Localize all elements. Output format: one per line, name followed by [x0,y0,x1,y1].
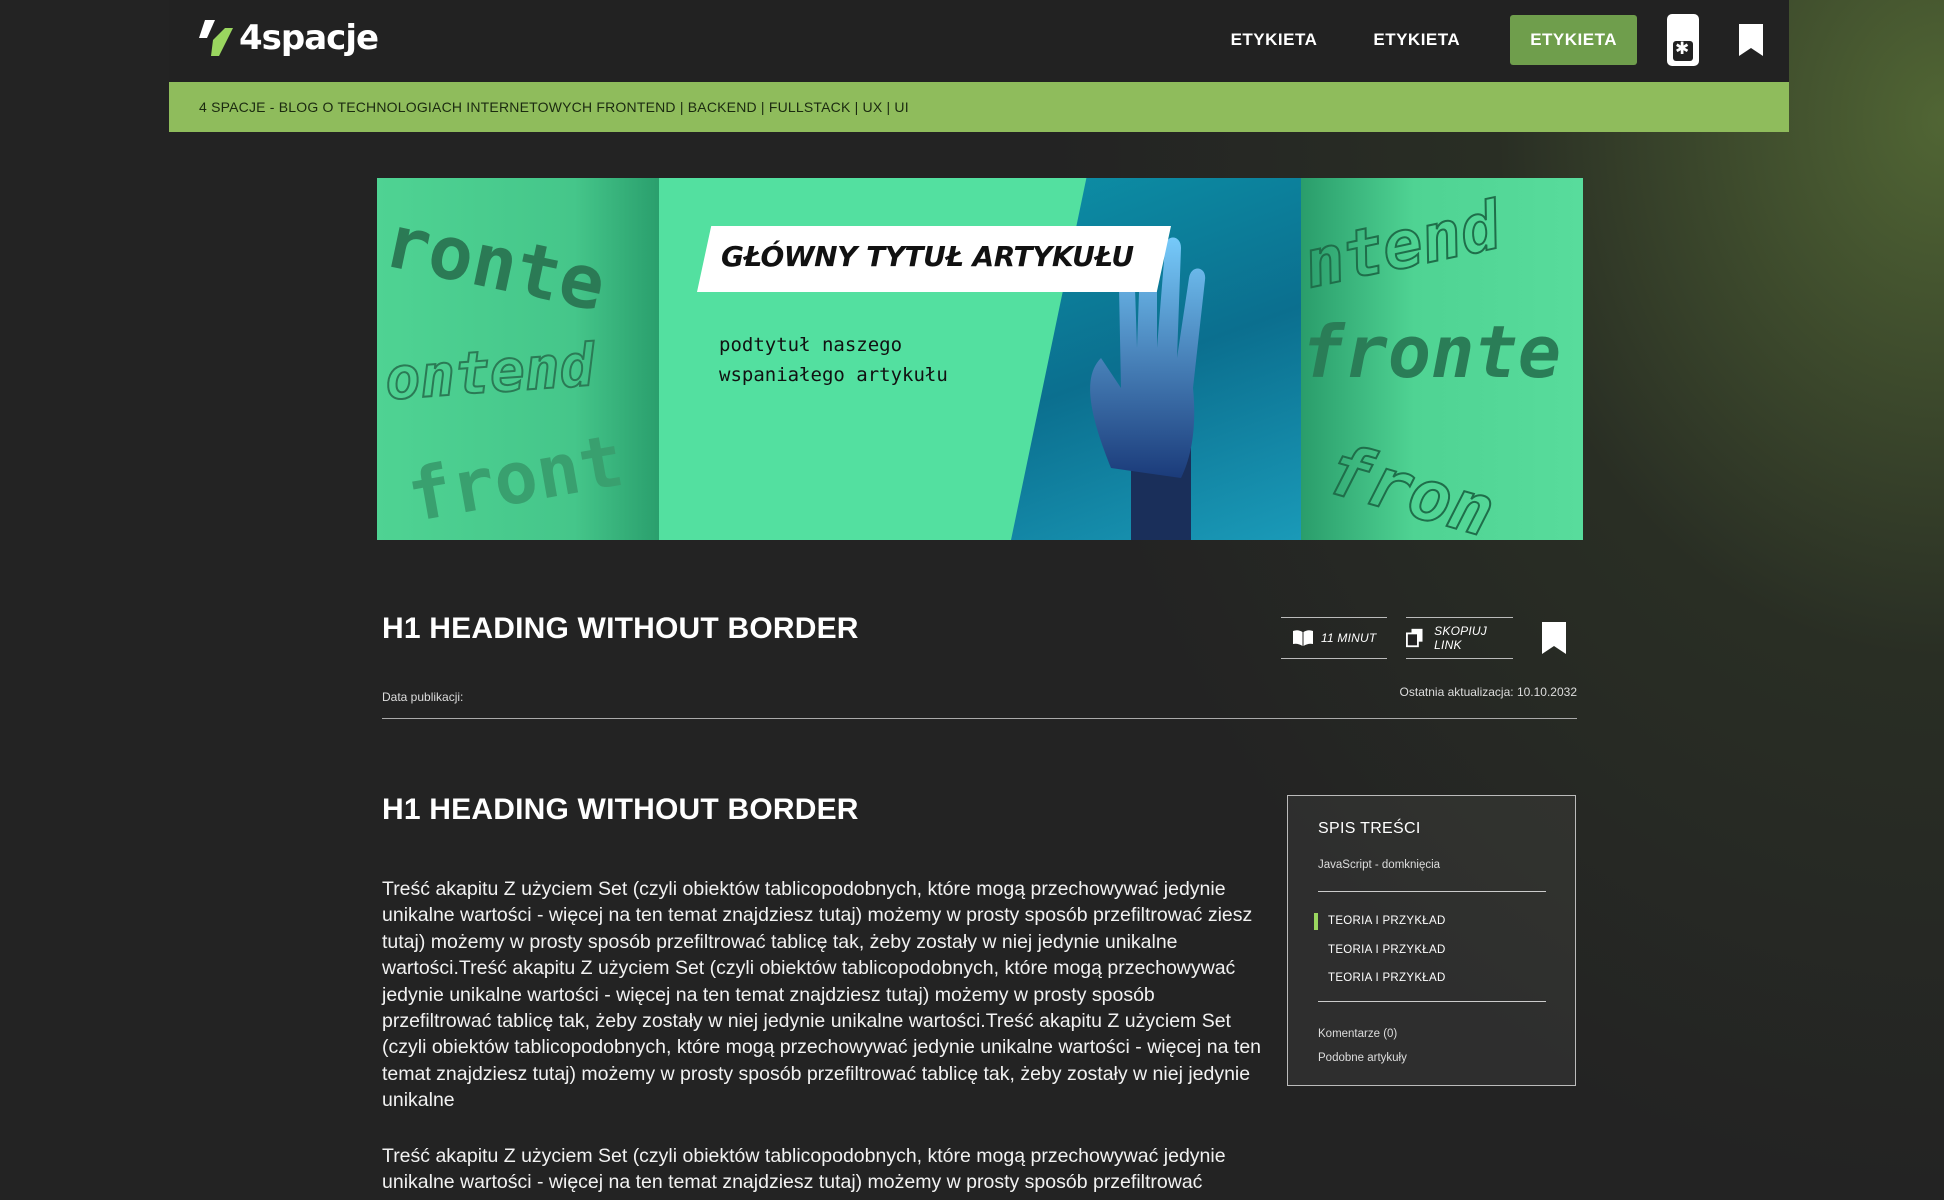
logo[interactable]: 4spacje [197,18,379,58]
copy-link-label: SKOPIUJ LINK [1434,624,1487,652]
banner-right-panel: ntend fronte fron [1301,178,1583,540]
banner-title: GŁÓWNY TYTUŁ ARTYKUŁU [721,240,1134,273]
nav-link-1[interactable]: ETYKIETA [1203,15,1346,65]
article-title: H1 HEADING WITHOUT BORDER [382,612,859,645]
section-heading: H1 HEADING WITHOUT BORDER [382,793,859,826]
article-paragraph: Treść akapitu Z użyciem Set (czyli obiek… [382,1145,1226,1194]
toc-divider [1318,1001,1546,1002]
main-nav: ETYKIETA ETYKIETA ETYKIETA [1203,14,1789,66]
banner-center: GŁÓWNY TYTUŁ ARTYKUŁU podtytuł naszego w… [659,178,1301,540]
table-of-contents: SPIS TREŚCI JavaScript - domknięcia TEOR… [1287,795,1576,1086]
toc-similar-link[interactable]: Podobne artykuły [1318,1052,1407,1064]
book-icon [1293,630,1313,646]
banner-bg-word: fron [1317,427,1504,540]
banner-bg-word: ronte [377,198,613,329]
copy-icon [1406,628,1423,648]
publication-date: Data publikacji: [382,690,464,704]
theme-toggle-icon[interactable] [1667,14,1699,66]
toc-subtitle[interactable]: JavaScript - domknięcia [1318,859,1440,871]
banner-bg-word: fronte [1301,310,1562,394]
article-banner: ronte ontend front GŁÓWNY TYTUŁ ARTYKUŁU… [377,178,1583,540]
toc-title: SPIS TREŚCI [1318,820,1421,837]
nav-link-3-active[interactable]: ETYKIETA [1510,15,1637,65]
banner-left-panel: ronte ontend front [377,178,659,540]
toc-item[interactable]: TEORIA I PRZYKŁAD [1328,944,1446,956]
copy-link-button[interactable]: SKOPIUJ LINK [1406,617,1513,659]
top-navbar: 4spacje ETYKIETA ETYKIETA ETYKIETA [169,0,1789,82]
banner-subtitle-line-1: podtytuł naszego [719,334,903,356]
banner-bg-word: ontend [382,330,598,414]
article-paragraph: Treść akapitu Z użyciem Set (czyli obiek… [382,878,1262,1112]
header-divider [382,718,1577,719]
banner-bg-word: ntend [1301,186,1508,305]
toc-item[interactable]: TEORIA I PRZYKŁAD [1328,972,1446,984]
logo-mark-icon [199,20,233,56]
banner-subtitle: podtytuł naszego wspaniałego artykułu [719,330,1019,390]
last-updated-date: Ostatnia aktualizacja: 10.10.2032 [1399,685,1577,699]
toc-divider [1318,891,1546,892]
read-time-badge: 11 MINUT [1281,617,1387,659]
banner-title-box: GŁÓWNY TYTUŁ ARTYKUŁU [697,226,1171,292]
toc-comments-link[interactable]: Komentarze (0) [1318,1028,1397,1040]
nav-link-2[interactable]: ETYKIETA [1345,15,1488,65]
article-bookmark-icon[interactable] [1541,622,1567,654]
banner-subtitle-line-2: wspaniałego artykułu [719,364,948,386]
site-tagline: 4 SPACJE - BLOG O TECHNOLOGIACH INTERNET… [169,82,1789,132]
logo-text: 4spacje [239,18,379,58]
bookmark-icon[interactable] [1739,24,1763,56]
banner-bg-word: front [401,417,630,539]
toc-item-active[interactable]: TEORIA I PRZYKŁAD [1314,913,1446,930]
read-time-label: 11 MINUT [1321,631,1377,645]
